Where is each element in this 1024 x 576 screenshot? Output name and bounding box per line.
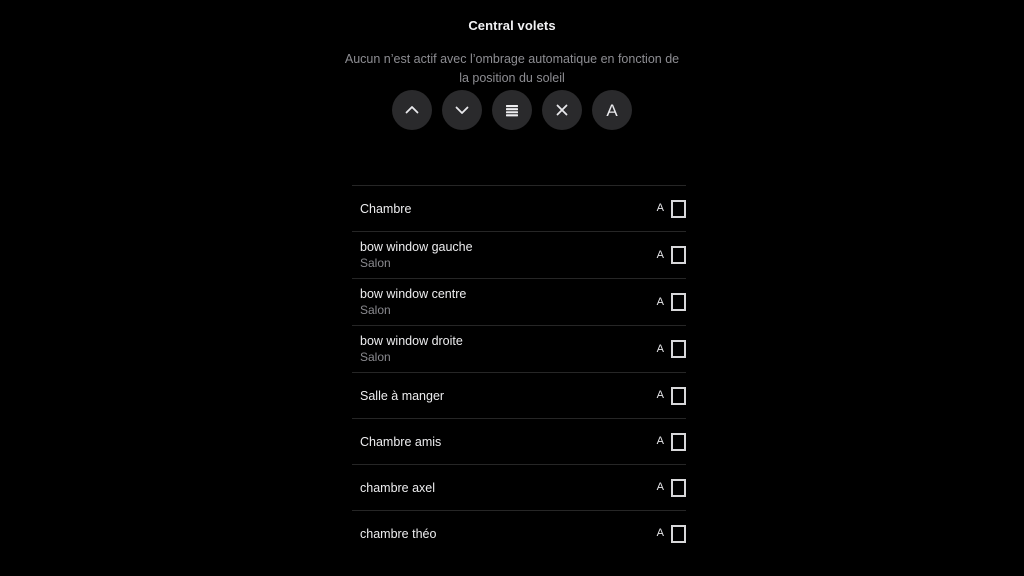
row-labels: Chambre amis [360, 434, 441, 450]
table-row[interactable]: Salle à manger A [352, 372, 686, 418]
auto-indicator: A [656, 527, 664, 539]
auto-indicator: A [656, 248, 664, 261]
row-name: Chambre [360, 201, 412, 216]
shutter-open-icon[interactable] [671, 293, 686, 311]
row-name: bow window droite [360, 334, 463, 348]
row-name: chambre théo [360, 526, 437, 541]
page-subtitle: Aucun n’est actif avec l’ombrage automat… [344, 52, 680, 85]
table-row[interactable]: chambre axel A [352, 464, 686, 510]
row-controls: A [656, 478, 686, 497]
row-room: Salon [360, 256, 391, 270]
row-controls: A [656, 199, 686, 218]
row-controls: A [656, 524, 686, 543]
shutter-open-icon[interactable] [671, 246, 686, 264]
shutter-open-icon[interactable] [671, 199, 686, 218]
row-labels: bow window gauche Salon [360, 239, 473, 271]
row-controls: A [656, 432, 686, 451]
stop-button[interactable] [542, 90, 582, 130]
control-button-row: A [0, 90, 1024, 130]
row-name: Salle à manger [360, 388, 445, 403]
auto-indicator: A [656, 435, 664, 447]
header: Central volets Aucun n’est actif avec l’… [0, 0, 1024, 88]
chevron-up-icon [402, 100, 422, 120]
auto-indicator: A [656, 295, 664, 308]
chevron-down-icon [452, 100, 472, 120]
row-name: chambre axel [360, 480, 436, 495]
table-row[interactable]: chambre théo A [352, 510, 686, 556]
page-title: Central volets [468, 18, 556, 33]
auto-indicator: A [656, 342, 664, 355]
row-labels: bow window droite Salon [360, 333, 463, 365]
shutter-open-icon[interactable] [671, 478, 686, 497]
row-room: Salon [360, 350, 391, 364]
row-controls: A [656, 386, 686, 405]
letter-a-icon: A [606, 100, 618, 120]
auto-indicator: A [656, 202, 664, 214]
shutter-open-icon[interactable] [671, 386, 686, 405]
row-labels: Chambre [360, 201, 411, 217]
table-row[interactable]: bow window gauche Salon A [352, 231, 686, 278]
row-name: bow window gauche [360, 240, 473, 254]
auto-mode-button[interactable]: A [592, 90, 632, 130]
slats-button[interactable] [492, 90, 532, 130]
close-x-icon [552, 100, 572, 120]
row-name: Chambre amis [360, 434, 442, 449]
app-screen: Central volets Aucun n’est actif avec l’… [0, 0, 1024, 576]
table-row[interactable]: Chambre amis A [352, 418, 686, 464]
row-labels: chambre axel [360, 480, 435, 496]
row-room: Salon [360, 303, 391, 317]
auto-indicator: A [656, 481, 664, 493]
shutter-open-icon[interactable] [671, 432, 686, 451]
row-name: bow window centre [360, 287, 467, 301]
table-row[interactable]: bow window centre Salon A [352, 278, 686, 325]
row-controls: A [657, 293, 686, 311]
shutter-list: Chambre A bow window gauche Salon A bow … [352, 185, 686, 556]
row-labels: chambre théo [360, 526, 436, 542]
row-labels: bow window centre Salon [360, 286, 466, 318]
shutter-open-icon[interactable] [671, 340, 686, 358]
open-up-button[interactable] [392, 90, 432, 130]
row-labels: Salle à manger [360, 388, 444, 404]
shutter-open-icon[interactable] [671, 524, 686, 543]
row-controls: A [657, 246, 686, 264]
table-row[interactable]: Chambre A [352, 185, 686, 231]
row-controls: A [657, 340, 686, 358]
table-row[interactable]: bow window droite Salon A [352, 325, 686, 372]
slats-icon [502, 100, 522, 120]
auto-indicator: A [656, 389, 664, 401]
close-down-button[interactable] [442, 90, 482, 130]
